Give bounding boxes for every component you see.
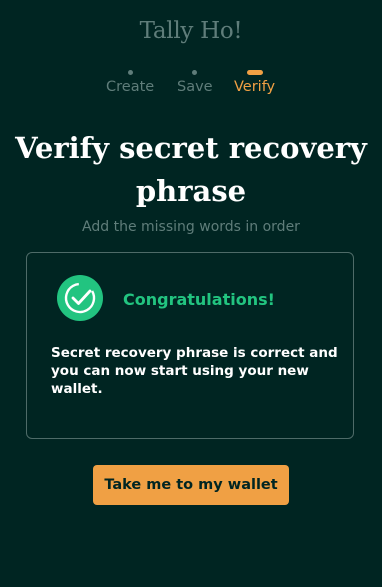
page-subtitle: Add the missing words in order: [82, 219, 300, 235]
step-save: Save: [177, 70, 213, 95]
step-active-indicator-icon: [246, 70, 263, 75]
step-create: Create: [106, 70, 154, 95]
step-dot-icon: [192, 70, 198, 75]
take-me-to-wallet-button[interactable]: Take me to my wallet: [93, 465, 289, 505]
success-heading: Congratulations!: [123, 290, 275, 309]
check-circle-icon: [57, 275, 103, 321]
step-label-create: Create: [106, 79, 155, 95]
step-label-verify: Verify: [234, 79, 276, 95]
step-verify: Verify: [234, 70, 275, 95]
step-dot-icon: [127, 70, 133, 75]
step-label-save: Save: [177, 79, 213, 95]
page-title: Verify secret recovery phrase: [15, 131, 367, 208]
step-indicator: Create Save Verify: [0, 70, 382, 100]
app-logo: Tally Ho!: [139, 18, 243, 44]
verification-success-card: Congratulations! Secret recovery phrase …: [26, 252, 354, 439]
success-message: Secret recovery phrase is correct and yo…: [51, 345, 338, 397]
